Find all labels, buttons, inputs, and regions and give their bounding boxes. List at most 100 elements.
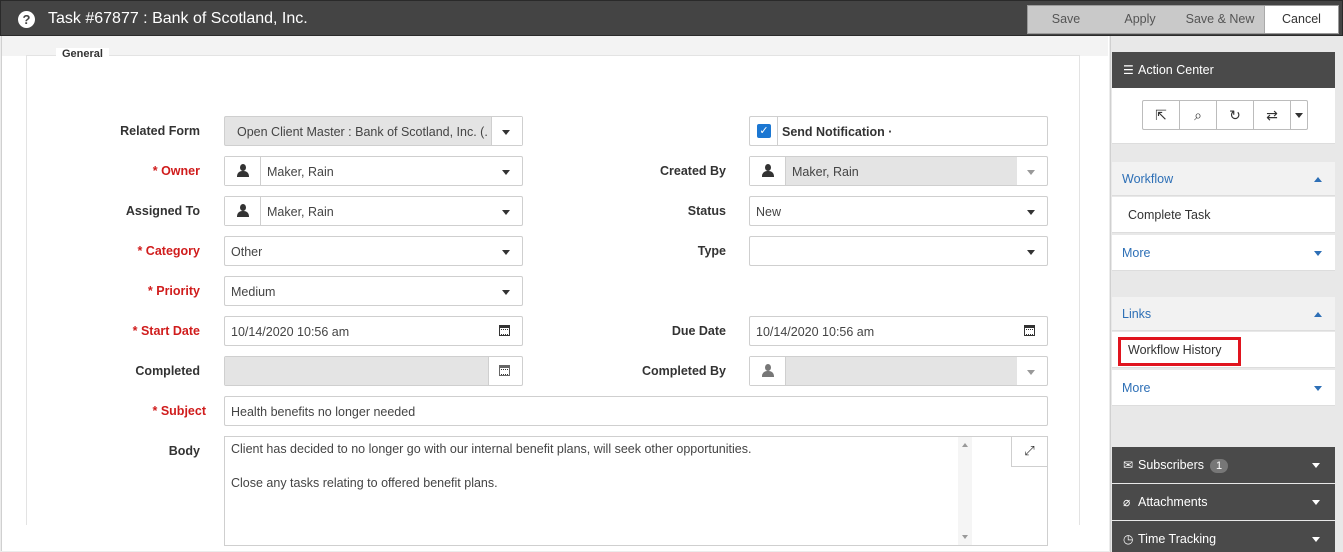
- chevron-down-icon: [1027, 210, 1035, 215]
- clock-icon: ◷: [1123, 532, 1134, 546]
- chevron-down-icon: [502, 170, 510, 175]
- links-section-header[interactable]: Links: [1112, 297, 1336, 331]
- status-label: Status: [687, 204, 726, 218]
- action-center-header[interactable]: ☰ Action Center: [1112, 52, 1336, 88]
- save-and-new-button[interactable]: Save & New: [1176, 6, 1264, 33]
- owner-label: * Owner: [152, 164, 200, 178]
- assigned-to-value: Maker, Rain: [267, 205, 334, 219]
- due-date-input[interactable]: 10/14/2020 10:56 am: [749, 316, 1048, 346]
- owner-user-button[interactable]: [225, 157, 261, 185]
- completed-label: Completed: [135, 364, 200, 378]
- repeat-icon[interactable]: ⇄: [1254, 101, 1291, 129]
- calendar-icon[interactable]: [1024, 325, 1035, 336]
- send-notification-label: Send Notification ·: [782, 125, 893, 139]
- completed-input: [224, 356, 523, 386]
- apply-button[interactable]: Apply: [1104, 6, 1176, 33]
- open-external-icon[interactable]: ⇱: [1143, 101, 1180, 129]
- chevron-down-icon: [1312, 500, 1320, 505]
- separator: [777, 117, 778, 145]
- user-icon: [762, 364, 774, 378]
- type-label: Type: [697, 244, 726, 258]
- disabled-area: [225, 357, 488, 385]
- links-title: Links: [1122, 307, 1152, 321]
- action-center-title: Action Center: [1138, 63, 1214, 77]
- related-form-select[interactable]: Open Client Master : Bank of Scotland, I…: [224, 116, 523, 146]
- page-scrollbar[interactable]: [1335, 36, 1343, 552]
- body-line-1: Client has decided to no longer go with …: [231, 442, 752, 456]
- scroll-up-icon[interactable]: [962, 443, 968, 447]
- subject-value: Health benefits no longer needed: [231, 405, 416, 419]
- type-select[interactable]: [749, 236, 1048, 266]
- created-by-select: Maker, Rain: [749, 156, 1048, 186]
- body-scrollbar[interactable]: [958, 437, 972, 545]
- search-icon[interactable]: ⌕: [1180, 101, 1217, 129]
- workflow-section-header[interactable]: Workflow: [1112, 162, 1336, 196]
- workflow-title: Workflow: [1122, 172, 1174, 186]
- send-notification-field[interactable]: ✓ Send Notification ·: [749, 116, 1048, 146]
- body-line-2: Close any tasks relating to offered bene…: [231, 476, 498, 490]
- send-notification-checkbox[interactable]: ✓: [757, 124, 771, 138]
- created-by-label: Created By: [660, 164, 726, 178]
- start-date-input[interactable]: 10/14/2020 10:56 am: [224, 316, 523, 346]
- subscribers-label: Subscribers: [1138, 458, 1204, 472]
- workflow-more-label: More: [1122, 246, 1151, 260]
- start-date-label: * Start Date: [132, 324, 200, 338]
- attachments-header[interactable]: ⌀ Attachments: [1112, 484, 1336, 520]
- chevron-down-icon: [1312, 537, 1320, 542]
- save-button[interactable]: Save: [1028, 6, 1104, 33]
- highlight-box: [1118, 337, 1241, 366]
- status-select[interactable]: New: [749, 196, 1048, 226]
- disabled-area: [786, 357, 1017, 385]
- complete-task-label: Complete Task: [1128, 208, 1211, 222]
- title-bar: ? Task #67877 : Bank of Scotland, Inc. S…: [0, 0, 1343, 36]
- action-sidebar: ☰ Action Center ⇱ ⌕ ↻ ⇄ Workflow Complet…: [1110, 36, 1343, 552]
- chevron-down-icon: [1312, 463, 1320, 468]
- owner-select[interactable]: Maker, Rain: [224, 156, 523, 186]
- chevron-down-icon: [1027, 170, 1035, 175]
- completed-by-user-button: [750, 357, 786, 385]
- chevron-down-icon: [1027, 250, 1035, 255]
- action-toolbar-panel: ⇱ ⌕ ↻ ⇄: [1112, 88, 1336, 144]
- chevron-up-icon: [1314, 177, 1322, 182]
- chevron-down-icon: [1314, 251, 1322, 256]
- created-by-user-button: [750, 157, 786, 185]
- cancel-button[interactable]: Cancel: [1264, 6, 1338, 33]
- subscribers-header[interactable]: ✉ Subscribers 1: [1112, 447, 1336, 483]
- expand-icon[interactable]: ⤢: [1011, 437, 1047, 467]
- refresh-icon[interactable]: ↻: [1217, 101, 1254, 129]
- chevron-down-icon: [1314, 386, 1322, 391]
- category-value: Other: [231, 245, 263, 259]
- list-icon: ☰: [1123, 63, 1134, 77]
- time-tracking-header[interactable]: ◷ Time Tracking: [1112, 521, 1336, 552]
- assigned-to-label: Assigned To: [125, 204, 200, 218]
- assigned-to-select[interactable]: Maker, Rain: [224, 196, 523, 226]
- envelope-icon: ✉: [1123, 458, 1134, 472]
- priority-label: * Priority: [147, 284, 200, 298]
- chevron-down-icon: [1027, 370, 1035, 375]
- links-more[interactable]: More: [1112, 370, 1336, 406]
- start-date-value: 10/14/2020 10:56 am: [231, 325, 350, 339]
- related-form-label: Related Form: [120, 124, 200, 138]
- calendar-icon[interactable]: [499, 325, 510, 336]
- subject-input[interactable]: Health benefits no longer needed: [224, 396, 1048, 426]
- chevron-down-icon: [502, 250, 510, 255]
- calendar-icon: [499, 365, 510, 376]
- category-label: * Category: [137, 244, 200, 258]
- assigned-to-user-button[interactable]: [225, 197, 261, 225]
- chevron-down-icon: [502, 290, 510, 295]
- completed-by-label: Completed By: [641, 364, 726, 378]
- category-select[interactable]: Other: [224, 236, 523, 266]
- toolbar-dropdown-icon[interactable]: [1291, 101, 1307, 129]
- workflow-more[interactable]: More: [1112, 235, 1336, 271]
- help-icon[interactable]: ?: [18, 11, 35, 28]
- chevron-up-icon: [1314, 312, 1322, 317]
- time-tracking-label: Time Tracking: [1138, 532, 1217, 546]
- priority-value: Medium: [231, 285, 276, 299]
- subject-label: * Subject: [152, 404, 207, 418]
- action-toolbar: ⇱ ⌕ ↻ ⇄: [1142, 100, 1308, 130]
- body-textarea[interactable]: Client has decided to no longer go with …: [224, 436, 1048, 546]
- scroll-down-icon[interactable]: [962, 535, 968, 539]
- workflow-item-complete-task[interactable]: Complete Task: [1112, 197, 1336, 233]
- priority-select[interactable]: Medium: [224, 276, 523, 306]
- user-icon: [237, 204, 249, 218]
